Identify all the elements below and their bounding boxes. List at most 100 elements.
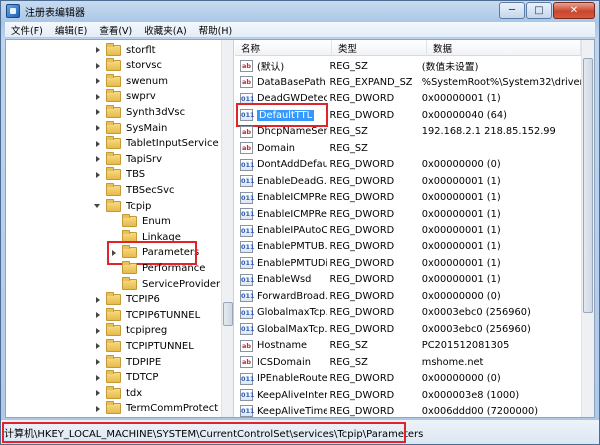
tree-item[interactable]: tdx (94, 385, 142, 401)
binary-value-icon: 011 (240, 306, 255, 319)
value-list-pane[interactable]: 名称 类型 数据 ab (默认) REG_SZ (数值未设置) ab DataBasePa… (235, 40, 594, 417)
column-data[interactable]: 数据 (427, 40, 581, 56)
expand-arrow-icon[interactable] (94, 374, 102, 382)
expand-arrow-icon[interactable] (94, 358, 102, 366)
value-row[interactable]: 011EnableIPAutoC...REG_DWORD 0x00000001 (… (235, 223, 585, 239)
title-bar[interactable]: 注册表编辑器 ─ □ ✕ (1, 1, 599, 21)
value-row[interactable]: 011DontAddDefau...REG_DWORD 0x00000000 (0… (235, 157, 585, 173)
tree-item[interactable]: Performance (110, 260, 205, 276)
tree-item[interactable]: TermCommProtect (94, 401, 218, 417)
folder-icon (106, 198, 121, 212)
tree-scroll-thumb[interactable] (223, 302, 233, 326)
tree-item[interactable]: TDPIPE (94, 354, 161, 370)
key-tree-pane[interactable]: storflt storvsc swenum swprv Synth3dVsc SysMa… (6, 40, 234, 417)
menu-edit[interactable]: 编辑(E) (49, 23, 93, 37)
tree-item[interactable]: ServiceProvider (110, 276, 220, 292)
value-row[interactable]: ab DataBasePath REG_EXPAND_SZ %SystemRoot%\… (235, 74, 585, 90)
value-row[interactable]: 011KeepAliveInter...REG_DWORD 0x000003e8 … (235, 387, 585, 403)
value-type: REG_DWORD (329, 192, 395, 204)
value-row[interactable]: 011EnablePMTUDi...REG_DWORD 0x00000001 (1… (235, 255, 585, 271)
tree-item[interactable]: storflt (94, 42, 156, 58)
menu-favorites[interactable]: 收藏夹(A) (138, 23, 192, 37)
close-button[interactable]: ✕ (553, 2, 595, 19)
value-row[interactable]: 011 KeepAliveTime REG_DWORD 0x006ddd00 (720… (235, 403, 585, 417)
expand-arrow-icon[interactable] (94, 124, 102, 132)
menu-help[interactable]: 帮助(H) (193, 23, 239, 37)
expand-arrow-icon[interactable] (94, 171, 102, 179)
menu-view[interactable]: 查看(V) (93, 23, 138, 37)
string-value-icon: ab (240, 356, 253, 369)
tree-item[interactable]: Linkage (110, 229, 181, 245)
tree-item[interactable]: swprv (94, 89, 156, 105)
tree-item[interactable]: TCPIP6 (94, 292, 160, 308)
value-name: Hostname (257, 340, 308, 352)
collapse-arrow-icon[interactable] (94, 202, 102, 210)
expand-arrow-icon[interactable] (94, 342, 102, 350)
tree-item[interactable]: Parameters (107, 240, 199, 265)
value-name-cell: ab (默认) (235, 59, 327, 73)
maximize-button[interactable]: □ (526, 2, 552, 19)
expand-arrow-icon[interactable] (94, 311, 102, 319)
value-row[interactable]: ab Hostname REG_SZ PC201512081305 (235, 338, 585, 354)
expand-arrow-icon[interactable] (94, 405, 102, 413)
expand-arrow-icon[interactable] (94, 327, 102, 335)
tree-item[interactable]: TBSecSvc (94, 182, 175, 198)
expand-arrow-icon[interactable] (94, 93, 102, 101)
tree-item[interactable]: TBS (94, 167, 145, 183)
tree-item[interactable]: SysMain (94, 120, 167, 136)
value-row[interactable]: 011 EnablePMTUB... REG_DWORD 0x00000001 (1) (235, 239, 585, 255)
value-row[interactable]: ab Domain REG_SZ (235, 140, 585, 156)
column-name[interactable]: 名称 (235, 40, 332, 56)
value-row[interactable]: 011 GlobalmaxTcp... REG_DWORD 0x0003ebc0 (2… (235, 305, 585, 321)
expand-arrow-icon[interactable] (94, 46, 102, 54)
expand-arrow-icon[interactable] (110, 249, 118, 257)
folder-icon (106, 167, 121, 181)
tree-item[interactable]: swenum (94, 73, 168, 89)
tree-item-label: Synth3dVsc (126, 106, 186, 118)
value-row[interactable]: ab DhcpNameSer...REG_SZ 192.168.2.1 218.85… (235, 124, 585, 140)
folder-icon (106, 370, 121, 384)
expand-arrow-icon[interactable] (94, 108, 102, 116)
value-row[interactable]: 011EnableICMPRe...REG_DWORD 0x00000001 (1… (235, 206, 585, 222)
expand-arrow-icon[interactable] (94, 296, 102, 304)
value-row[interactable]: 011EnableICMPRe...REG_DWORD 0x00000001 (1… (235, 190, 585, 206)
tree-item[interactable]: TCPIP6TUNNEL (94, 307, 200, 323)
value-row[interactable]: 011 EnableWsd REG_DWORD 0x00000001 (1) (235, 272, 585, 288)
tree-scrollbar[interactable] (221, 40, 233, 417)
list-scrollbar[interactable] (581, 40, 594, 417)
string-value-icon: ab (240, 76, 253, 89)
value-row[interactable]: 011 EnableDeadG... REG_DWORD 0x00000001 (1) (235, 173, 585, 189)
binary-value-icon: 011 (240, 109, 255, 122)
column-type[interactable]: 类型 (332, 40, 427, 56)
minimize-button[interactable]: ─ (499, 2, 525, 19)
tree-item[interactable]: storvsc (94, 58, 162, 74)
tree-item[interactable]: Enum (110, 214, 171, 230)
folder-icon (106, 292, 121, 306)
value-row[interactable]: 011 IPEnableRouter REG_DWORD 0x00000000 (0) (235, 371, 585, 387)
value-data: 0x00000001 (1) (421, 93, 501, 105)
tree-item[interactable]: TCPIPTUNNEL (94, 338, 194, 354)
expand-arrow-icon[interactable] (94, 155, 102, 163)
tree-item[interactable]: TDTCP (94, 370, 158, 386)
expand-arrow-icon[interactable] (94, 62, 102, 70)
value-row[interactable]: ab ICSDomain REG_SZ mshome.net (235, 354, 585, 370)
list-scroll-thumb[interactable] (583, 58, 593, 313)
tree-item[interactable]: Tcpip (94, 198, 151, 214)
tree-item[interactable]: Synth3dVsc (94, 104, 185, 120)
tree-item[interactable]: tcpipreg (94, 323, 167, 339)
expand-arrow-icon[interactable] (94, 77, 102, 85)
value-row[interactable]: 011 ForwardBroad... REG_DWORD 0x00000000 (0… (235, 288, 585, 304)
tree-item[interactable]: TabletInputService (94, 136, 219, 152)
folder-icon (122, 229, 137, 243)
value-row[interactable]: ab (默认) REG_SZ (数值未设置) (235, 58, 585, 74)
value-row[interactable]: 011DeadGWDetec...REG_DWORD 0x00000001 (1) (235, 91, 585, 107)
expand-arrow-icon[interactable] (94, 140, 102, 148)
value-name-cell: 011 GlobalmaxTcp... (235, 306, 327, 319)
tree-item-label: Tcpip (126, 200, 152, 212)
tree-item[interactable]: TapiSrv (94, 151, 162, 167)
menu-file[interactable]: 文件(F) (5, 23, 49, 37)
expand-arrow-icon[interactable] (94, 389, 102, 397)
value-name-cell: ab ICSDomain (235, 356, 327, 369)
value-row[interactable]: 011 GlobalMaxTcp... REG_DWORD 0x0003ebc0 (2… (235, 321, 585, 337)
value-row[interactable]: 011 DefaultTTL REG_DWORD 0x00000040 (64) (235, 103, 585, 128)
